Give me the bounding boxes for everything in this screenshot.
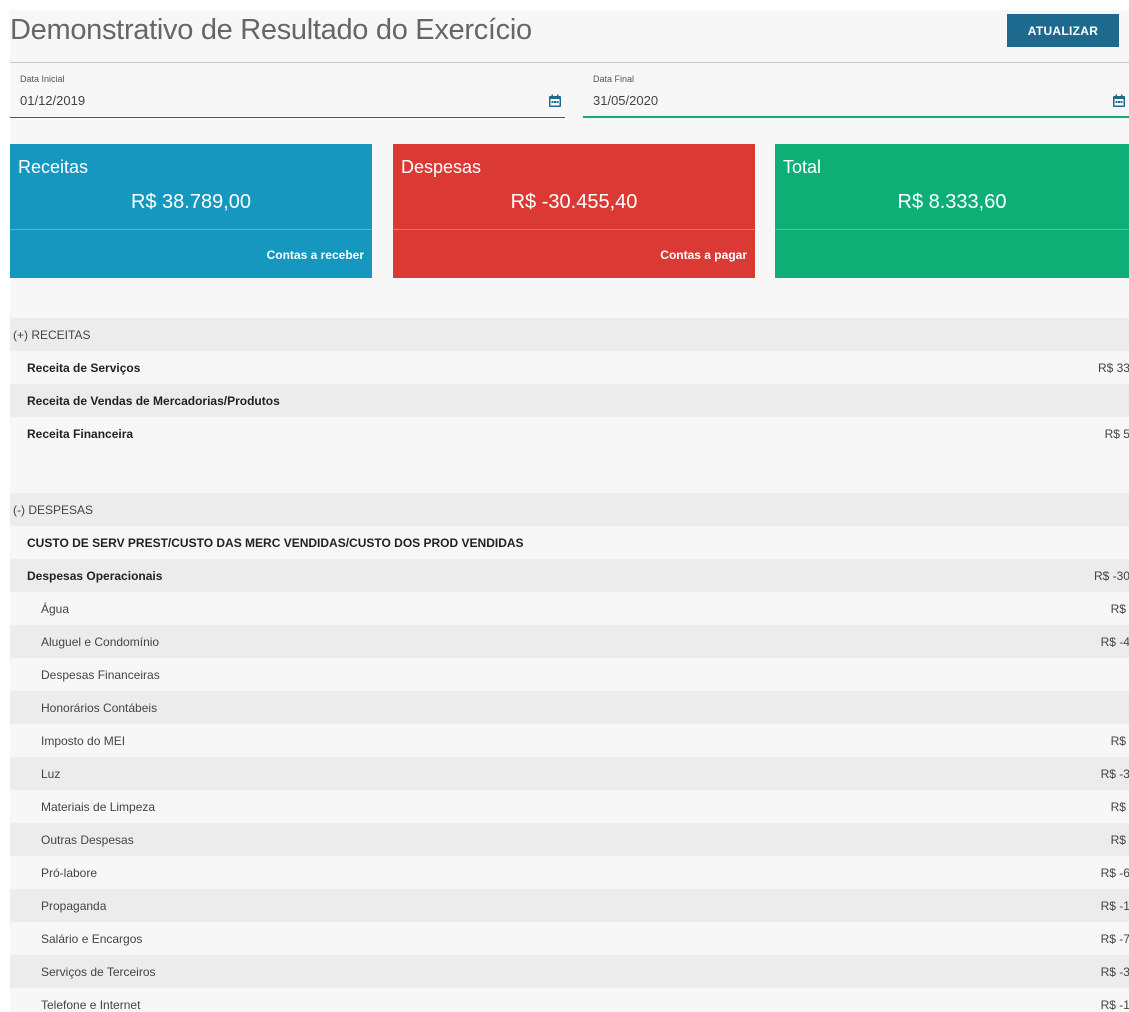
table-row: Despesas Financeiras R$ 0,00 (10, 658, 1129, 691)
start-date-underline (10, 117, 565, 118)
row-amount: R$ -4.800,00 (1100, 635, 1129, 649)
section-heading: (-) DESPESAS (13, 503, 94, 517)
receitas-section-header: (+) RECEITAS (10, 318, 1129, 351)
row-amount: R$ -900,00 (1110, 833, 1129, 847)
row-amount: R$ -6.000,00 (1100, 866, 1129, 880)
table-row: Receita Financeira R$ 5.000,00 (10, 417, 1129, 450)
row-label: Despesas Financeiras (41, 668, 160, 682)
row-label: Materiais de Limpeza (41, 800, 156, 814)
table-row: Aluguel e Condomínio R$ -4.800,00 (10, 625, 1129, 658)
table-row: Água R$ -900,00 (10, 592, 1129, 625)
row-label: Receita de Vendas de Mercadorias/Produto… (27, 394, 280, 408)
row-label: Receita Financeira (27, 427, 134, 441)
end-date-value[interactable]: 31/05/2020 (593, 93, 658, 108)
row-label: CUSTO DE SERV PREST/CUSTO DAS MERC VENDI… (27, 536, 524, 550)
total-card-title: Total (783, 157, 822, 177)
total-card: Total R$ 8.333,60 (775, 144, 1129, 278)
table-row: Receita de Vendas de Mercadorias/Produto… (10, 384, 1129, 417)
row-amount: R$ -900,00 (1110, 602, 1129, 616)
start-date-value[interactable]: 01/12/2019 (20, 93, 85, 108)
table-row: Outras Despesas R$ -900,00 (10, 823, 1129, 856)
total-card-amount: R$ 8.333,60 (897, 191, 1007, 213)
row-amount: R$ -300,00 (1110, 800, 1129, 814)
start-date-field[interactable]: Data Inicial 01/12/2019 (10, 74, 565, 118)
end-date-underline (583, 116, 1129, 118)
contas-a-receber-link[interactable]: Contas a receber (267, 248, 364, 262)
card-divider (775, 229, 1129, 230)
row-label: Aluguel e Condomínio (41, 635, 160, 649)
row-amount: R$ -30.455,40 (1093, 569, 1129, 583)
row-label: Receita de Serviços (27, 361, 141, 375)
row-label: Honorários Contábeis (41, 701, 158, 715)
row-label: Imposto do MEI (41, 734, 126, 748)
dre-page: Demonstrativo de Resultado do Exercício … (10, 10, 1129, 1012)
receitas-table: (+) RECEITAS Receita de Serviços R$ 33.7… (10, 318, 1129, 450)
row-amount: R$ -3.600,00 (1100, 767, 1129, 781)
row-amount: R$ -329,40 (1110, 734, 1129, 748)
row-amount: R$ -1.800,00 (1100, 899, 1129, 913)
receitas-card: Receitas R$ 38.789,00 Contas a receber (10, 144, 372, 278)
despesas-table: (-) DESPESAS CUSTO DE SERV PREST/CUSTO D… (10, 493, 1129, 1012)
row-label: Água (41, 602, 70, 616)
end-date-label: Data Final (593, 74, 635, 84)
table-row: Honorários Contábeis R$ 0,00 (10, 691, 1129, 724)
row-amount: R$ 0,00 (1010, 536, 1129, 550)
table-row: Imposto do MEI R$ -329,40 (10, 724, 1129, 757)
card-divider (10, 229, 372, 230)
despesas-card-amount: R$ -30.455,40 (510, 191, 638, 213)
row-label: Outras Despesas (41, 833, 134, 847)
row-amount: R$ 0,00 (1010, 394, 1129, 408)
calendar-icon[interactable] (548, 94, 562, 108)
page-header: Demonstrativo de Resultado do Exercício … (10, 10, 1129, 62)
row-amount: R$ 33.789,00 (1097, 361, 1129, 375)
table-row: Receita de Serviços R$ 33.789,00 (10, 351, 1129, 384)
table-row: Salário e Encargos R$ -7.326,00 (10, 922, 1129, 955)
header-divider (10, 62, 1129, 63)
despesas-section-header: (-) DESPESAS (10, 493, 1129, 526)
row-label: Telefone e Internet (41, 998, 141, 1012)
table-row: Materiais de Limpeza R$ -300,00 (10, 790, 1129, 823)
row-amount: R$ 0,00 (1010, 668, 1129, 682)
receitas-card-title: Receitas (18, 157, 89, 177)
table-row: Despesas Operacionais R$ -30.455,40 (10, 559, 1129, 592)
row-amount: R$ -3.300,00 (1100, 965, 1129, 979)
row-label: Propaganda (41, 899, 107, 913)
receitas-card-amount: R$ 38.789,00 (130, 191, 252, 213)
refresh-button[interactable]: ATUALIZAR (1007, 14, 1119, 47)
row-amount: R$ 5.000,00 (1104, 427, 1129, 441)
row-label: Salário e Encargos (41, 932, 143, 946)
row-label: Luz (41, 767, 61, 781)
table-row: CUSTO DE SERV PREST/CUSTO DAS MERC VENDI… (10, 526, 1129, 559)
calendar-icon[interactable] (1112, 94, 1126, 108)
row-label: Serviços de Terceiros (41, 965, 156, 979)
contas-a-pagar-link[interactable]: Contas a pagar (660, 248, 747, 262)
table-row: Serviços de Terceiros R$ -3.300,00 (10, 955, 1129, 988)
despesas-card-title: Despesas (401, 157, 482, 177)
row-amount: R$ 0,00 (1010, 701, 1129, 715)
row-amount: R$ -7.326,00 (1100, 932, 1129, 946)
start-date-label: Data Inicial (20, 74, 65, 84)
table-row: Luz R$ -3.600,00 (10, 757, 1129, 790)
row-label: Despesas Operacionais (27, 569, 163, 583)
table-row: Telefone e Internet R$ -1.200,00 (10, 988, 1129, 1012)
table-row: Pró-labore R$ -6.000,00 (10, 856, 1129, 889)
section-heading: (+) RECEITAS (13, 328, 91, 342)
table-row: Propaganda R$ -1.800,00 (10, 889, 1129, 922)
end-date-field[interactable]: Data Final 31/05/2020 (583, 74, 1129, 118)
row-amount: R$ -1.200,00 (1100, 998, 1129, 1012)
card-divider (393, 229, 755, 230)
row-label: Pró-labore (41, 866, 98, 880)
despesas-card: Despesas R$ -30.455,40 Contas a pagar (393, 144, 755, 278)
page-title: Demonstrativo de Resultado do Exercício (10, 14, 532, 46)
